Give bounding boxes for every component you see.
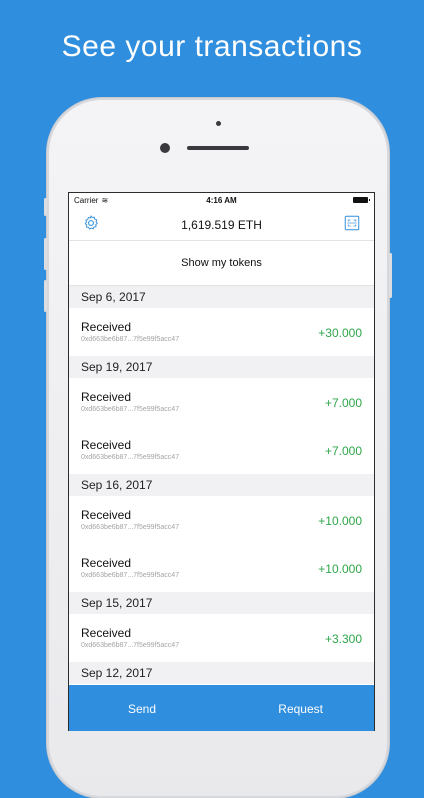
transaction-amount: +7.000 [324,396,362,410]
transaction-type: Received [81,556,132,570]
volume-down-button [44,280,47,312]
phone-screen: Carrier ≋ 4:16 AM 1,619.519 ETH Show my t… [68,192,375,731]
volume-up-button [44,238,47,270]
promo-headline: See your transactions [61,30,363,63]
transaction-address: 0xd663be6b87...7f5e99f5acc47 [81,454,180,461]
proximity-sensor [216,121,221,126]
transaction-row[interactable]: Received 0xd663be6b87...7f5e99f5acc47 +7… [69,378,374,426]
transaction-row[interactable]: Received 0xd663be6b87...7f5e99f5acc47 +3… [69,308,374,356]
silent-switch [44,198,47,216]
earpiece-speaker [187,146,249,150]
transaction-address: 0xd663be6b87...7f5e99f5acc47 [81,524,180,531]
transaction-row[interactable]: Received 0xd663be6b87...7f5e99f5acc47 +3… [69,614,374,662]
transaction-address: 0xd663be6b87...7f5e99f5acc47 [81,572,180,579]
bottom-tab-bar: Send Request [69,685,374,731]
transaction-amount: +10.000 [318,562,362,576]
transaction-amount: +3.300 [324,632,362,646]
transaction-row[interactable]: Received 0xd663be6b87...7f5e99f5acc47 +7… [69,426,374,474]
qr-scan-icon[interactable] [343,214,361,232]
transaction-address: 0xd663be6b87...7f5e99f5acc47 [81,642,180,649]
nav-bar: 1,619.519 ETH [69,209,374,241]
transaction-type: Received [81,438,132,452]
power-button [389,253,392,298]
transaction-type: Received [81,320,132,334]
transaction-type: Received [81,508,132,522]
transaction-address: 0xd663be6b87...7f5e99f5acc47 [81,336,180,343]
transaction-amount: +7.000 [324,444,362,458]
status-bar: Carrier ≋ 4:16 AM [69,193,374,209]
date-section-header: Sep 12, 2017 [69,662,374,684]
front-camera [160,143,170,153]
date-section-header: Sep 19, 2017 [69,356,374,378]
transaction-type: Received [81,390,132,404]
date-section-header: Sep 6, 2017 [69,286,374,308]
battery-icon [353,197,370,203]
transaction-list: Sep 6, 2017 Received 0xd663be6b87...7f5e… [69,286,374,684]
send-button[interactable]: Send [128,702,156,716]
transaction-amount: +30.000 [318,326,362,340]
transaction-address: 0xd663be6b87...7f5e99f5acc47 [81,406,180,413]
transaction-row[interactable]: Received 0xd663be6b87...7f5e99f5acc47 +1… [69,544,374,592]
transaction-type: Received [81,626,132,640]
wallet-balance: 1,619.519 ETH [181,218,262,232]
date-section-header: Sep 16, 2017 [69,474,374,496]
transaction-amount: +10.000 [318,514,362,528]
request-button[interactable]: Request [278,702,323,716]
transaction-row[interactable]: Received 0xd663be6b87...7f5e99f5acc47 +1… [69,496,374,544]
status-time: 4:16 AM [206,196,237,205]
date-section-header: Sep 15, 2017 [69,592,374,614]
show-tokens-button[interactable]: Show my tokens [69,241,374,286]
